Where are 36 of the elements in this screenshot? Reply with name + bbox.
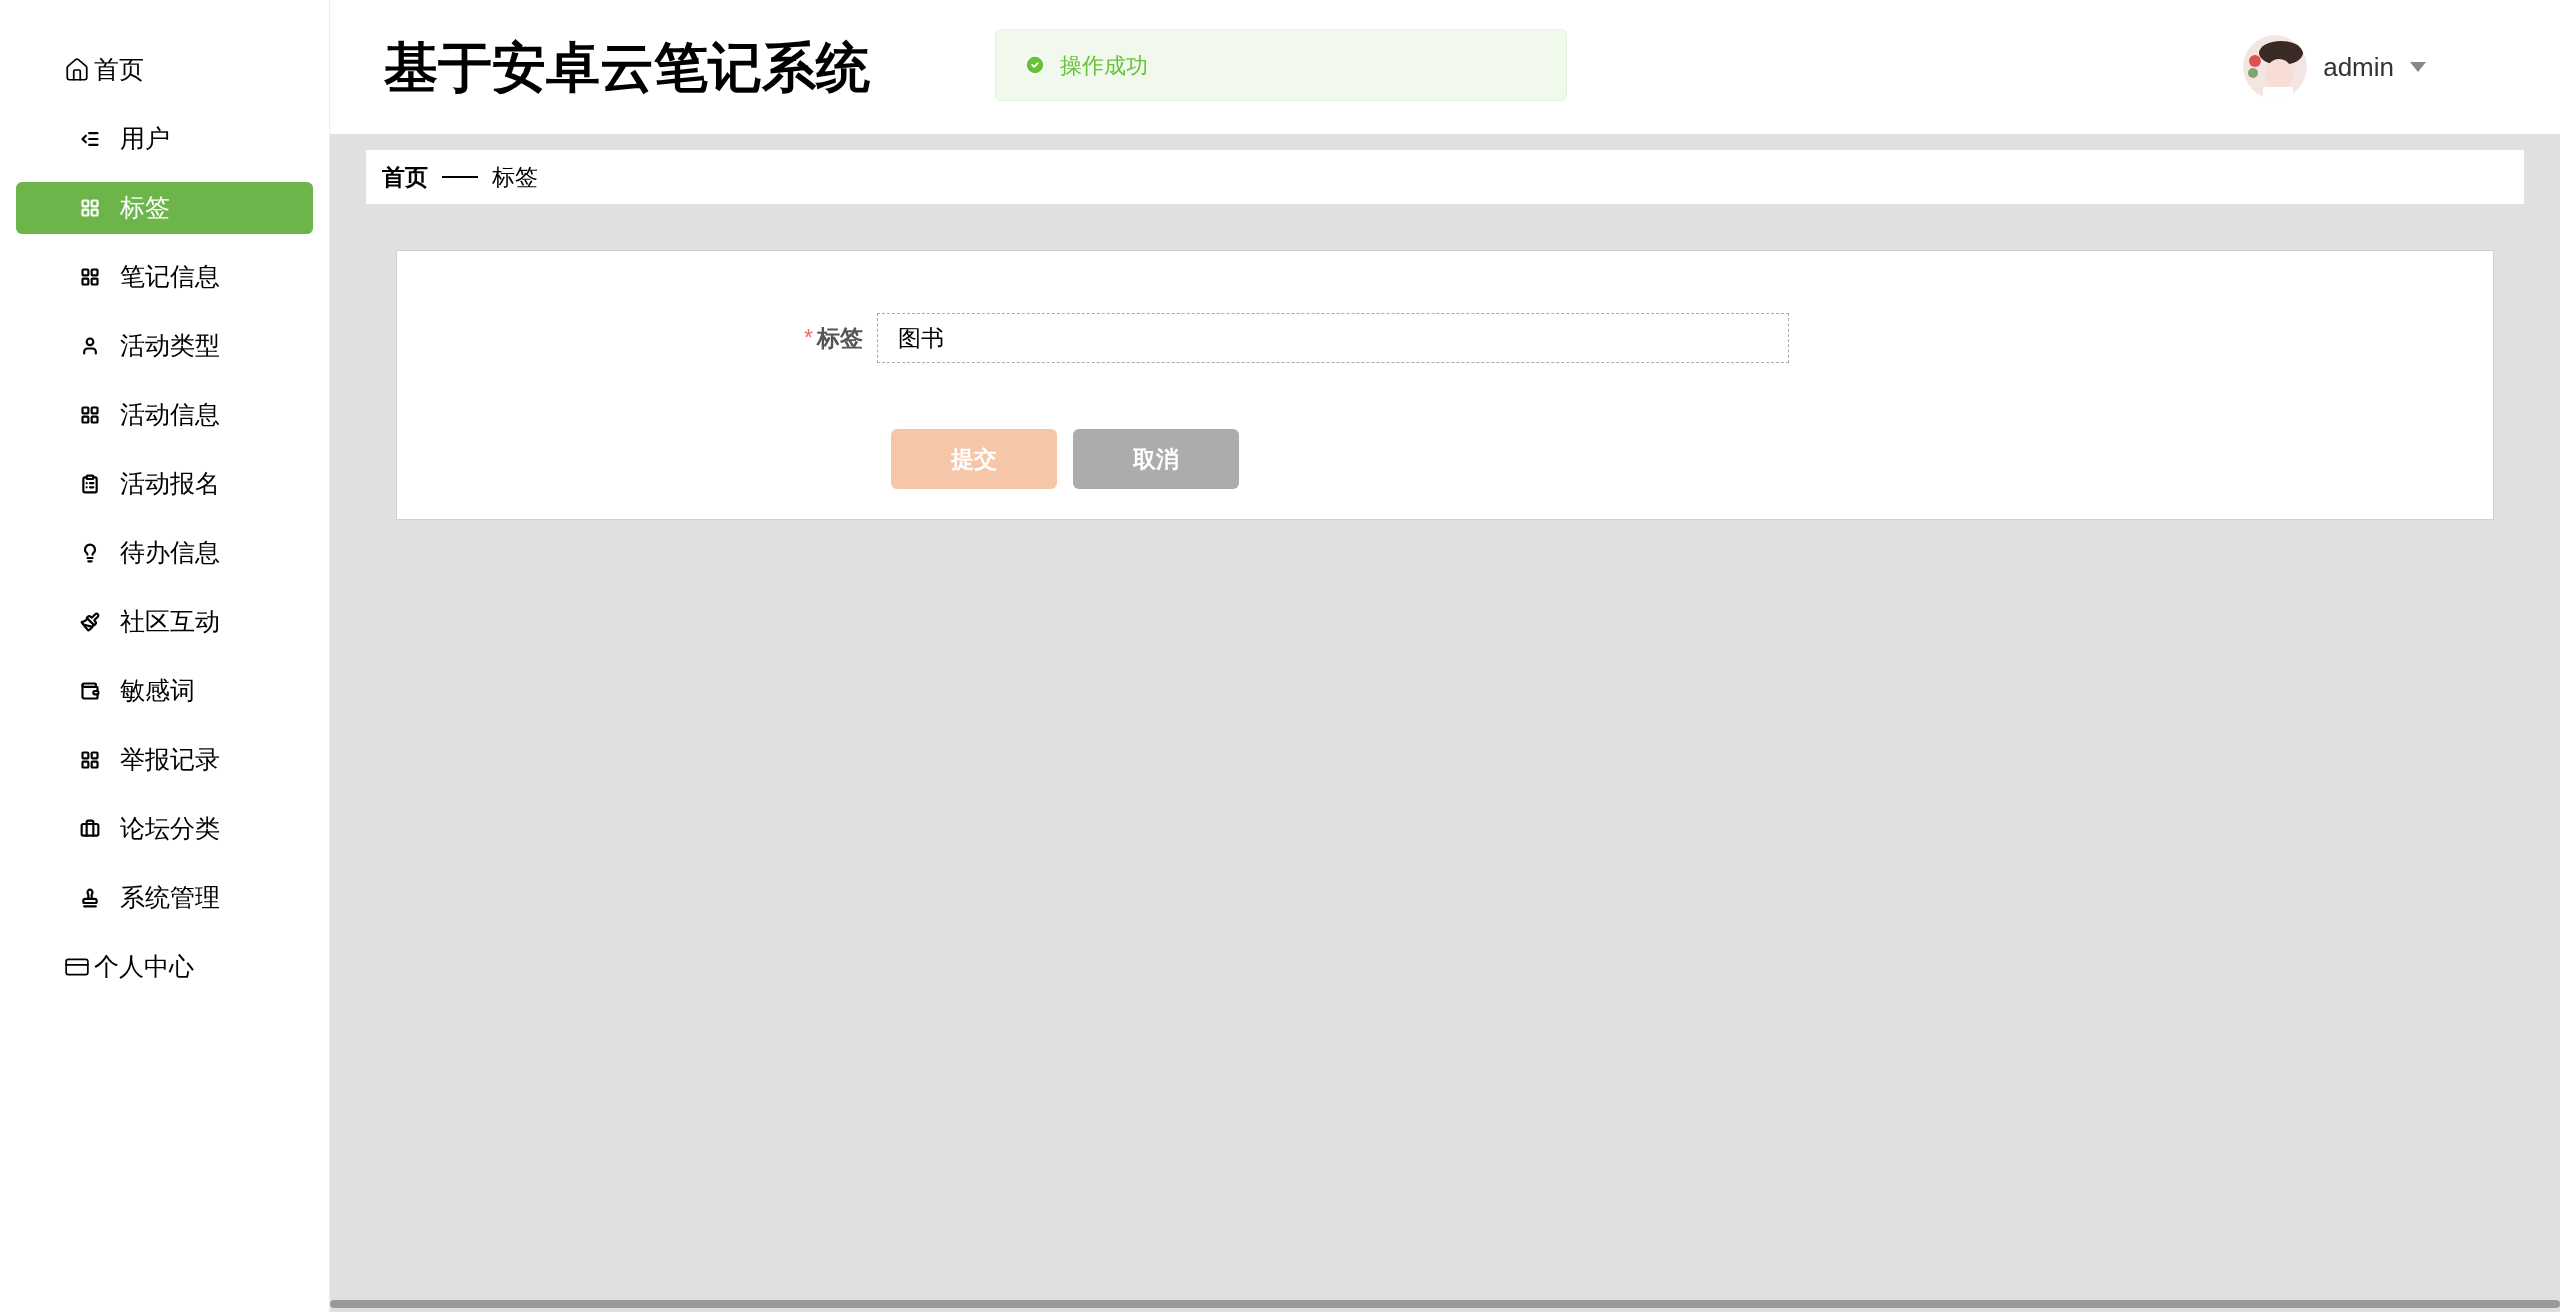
- sidebar-item[interactable]: 用户: [16, 113, 313, 165]
- grid-icon: [80, 198, 100, 218]
- grid-icon: [80, 750, 100, 770]
- stamp-icon: [80, 888, 100, 908]
- sidebar-item[interactable]: 系统管理: [16, 872, 313, 924]
- grid-icon: [80, 267, 100, 287]
- breadcrumb-item[interactable]: 首页: [382, 159, 428, 195]
- caret-icon[interactable]: [2410, 62, 2426, 72]
- sidebar-item[interactable]: 活动类型: [16, 320, 313, 372]
- username[interactable]: admin: [2323, 47, 2394, 87]
- sidebar-item[interactable]: 活动信息: [16, 389, 313, 441]
- sidebar-item[interactable]: 活动报名: [16, 458, 313, 510]
- brush-icon: [80, 612, 100, 632]
- sidebar-item[interactable]: 社区互动: [16, 596, 313, 648]
- wallet-icon: [80, 681, 100, 701]
- success-toast: 操作成功: [995, 29, 1567, 101]
- check-icon: [1024, 54, 1046, 76]
- sidebar-item[interactable]: 笔记信息: [16, 251, 313, 303]
- breadcrumb-item: 标签: [492, 162, 538, 192]
- required-mark: *: [804, 323, 813, 353]
- sidebar-item[interactable]: 待办信息: [16, 527, 313, 579]
- breadcrumb-separator: [442, 176, 478, 178]
- sidebar-item[interactable]: 敏感词: [16, 665, 313, 717]
- app-title: 基于安卓云笔记系统: [384, 35, 870, 99]
- list-icon: [80, 129, 100, 149]
- field-label: 标签: [817, 323, 863, 353]
- grid-icon: [80, 405, 100, 425]
- home-icon: [64, 57, 90, 83]
- briefcase-icon: [80, 819, 100, 839]
- sidebar-item[interactable]: 首页: [16, 44, 313, 96]
- clipboard-icon: [80, 474, 100, 494]
- tag-input-field[interactable]: 图书: [877, 313, 1789, 363]
- user-icon: [80, 336, 100, 356]
- sidebar-item[interactable]: 个人中心: [16, 941, 313, 993]
- sidebar-item[interactable]: 举报记录: [16, 734, 313, 786]
- sidebar-item[interactable]: 论坛分类: [16, 803, 313, 855]
